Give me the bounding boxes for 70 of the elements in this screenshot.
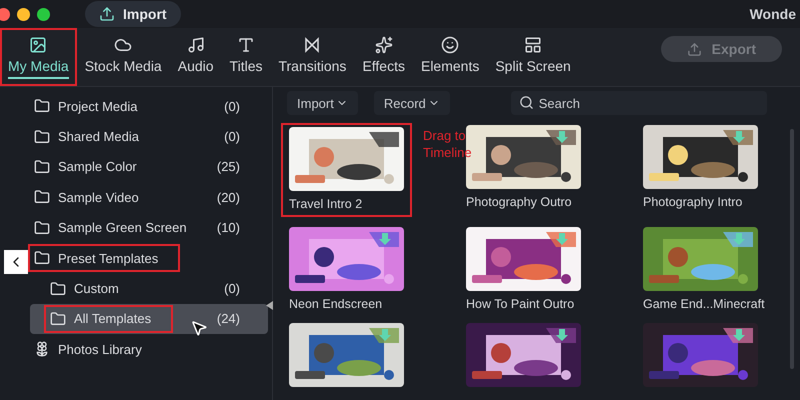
flower-icon <box>34 341 50 358</box>
item-count: (0) <box>224 129 240 144</box>
item-label: Project Media <box>58 98 138 114</box>
media-tab[interactable]: Transitions <box>270 28 354 86</box>
smiley-icon <box>441 36 460 54</box>
template-name: Photography Outro <box>466 195 573 211</box>
export-icon <box>686 42 702 56</box>
item-label: Photos Library <box>58 342 142 357</box>
template-name: Travel Intro 2 <box>289 197 364 213</box>
media-tab[interactable]: Stock Media <box>76 28 170 86</box>
bowtie-icon <box>303 36 322 54</box>
template-name: Game End...Minecraft <box>643 297 765 313</box>
sidebar-item[interactable]: Project Media (0) <box>30 91 268 122</box>
import-icon <box>99 6 115 22</box>
folder-icon <box>34 189 50 206</box>
template-name: Neon Endscreen <box>289 297 384 313</box>
close-icon[interactable] <box>0 8 10 20</box>
sidebar-item[interactable]: Custom (0) <box>30 273 268 304</box>
item-label: Sample Green Screen <box>58 220 187 236</box>
minimize-icon[interactable] <box>17 8 30 20</box>
music-icon <box>186 36 205 54</box>
folder-icon <box>34 158 50 175</box>
item-label: Sample Video <box>58 190 139 205</box>
text-icon <box>237 36 256 54</box>
back-button[interactable] <box>4 250 28 274</box>
sidebar-item[interactable]: Preset Templates <box>30 242 268 274</box>
sparkles-icon <box>374 36 393 54</box>
media-tab[interactable]: Elements <box>412 28 488 86</box>
search-field[interactable]: Search <box>510 91 767 115</box>
item-label: Shared Media <box>58 129 139 144</box>
window-title: Wonde <box>750 6 796 22</box>
item-count: (25) <box>216 159 240 174</box>
template-name: Photography Intro <box>643 195 744 211</box>
item-count: (10) <box>216 220 240 236</box>
sidebar-item[interactable]: Photos Library <box>30 334 268 365</box>
folder-icon <box>34 220 50 236</box>
sidebar-item[interactable]: Sample Color (25) <box>30 152 268 182</box>
folder-icon <box>34 250 50 266</box>
cursor-icon <box>190 319 208 337</box>
import-button[interactable]: Import <box>85 1 181 27</box>
record-dropdown[interactable]: Record <box>374 91 450 115</box>
item-count: (20) <box>216 190 240 205</box>
item-count: (0) <box>224 281 240 296</box>
item-label: Custom <box>74 281 119 296</box>
image-icon <box>29 36 48 54</box>
sidebar-item[interactable]: All Templates (24) <box>30 304 268 334</box>
item-count: (24) <box>216 311 240 326</box>
media-tab[interactable]: Split Screen <box>487 28 579 86</box>
item-label: All Templates <box>74 311 152 326</box>
media-tab[interactable]: My Media <box>0 28 77 86</box>
maximize-icon[interactable] <box>37 8 50 20</box>
media-tab[interactable]: Audio <box>170 28 222 86</box>
media-tab[interactable]: Titles <box>222 28 270 86</box>
sidebar-item[interactable]: Sample Green Screen (10) <box>30 212 268 243</box>
layout-icon <box>524 36 542 54</box>
folder-icon <box>34 98 50 114</box>
folder-icon <box>50 310 66 327</box>
search-icon <box>518 95 534 110</box>
item-label: Sample Color <box>58 159 137 174</box>
item-count: (0) <box>224 98 240 114</box>
folder-icon <box>34 128 50 145</box>
collapse-icon[interactable] <box>266 301 273 310</box>
folder-icon <box>50 280 66 297</box>
media-tab[interactable]: Effects <box>354 28 413 86</box>
template-name: How To Paint Outro <box>466 297 576 313</box>
template-card[interactable]: Travel Intro 2 <box>281 123 412 217</box>
item-label: Preset Templates <box>58 250 158 266</box>
sidebar-item[interactable]: Sample Video (20) <box>30 182 268 213</box>
import-dropdown[interactable]: Import <box>287 91 358 115</box>
sidebar-item[interactable]: Shared Media (0) <box>30 121 268 152</box>
